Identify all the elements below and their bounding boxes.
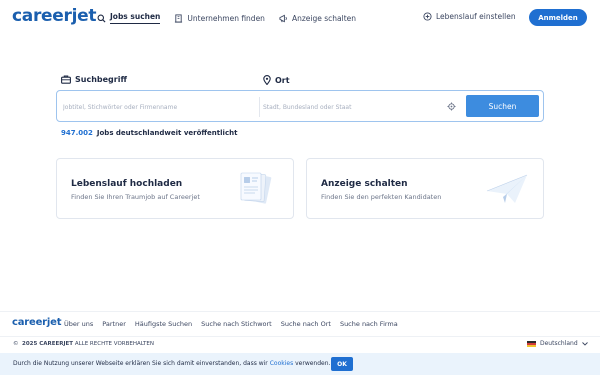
chevron-down-icon — [581, 341, 588, 346]
german-flag-icon — [527, 340, 536, 347]
nav-label: Jobs suchen — [110, 12, 161, 24]
cookie-link[interactable]: Cookies — [270, 360, 294, 367]
documents-icon — [240, 172, 272, 204]
building-icon — [175, 13, 183, 23]
nav-label: Anzeige schalten — [291, 13, 357, 23]
footer-links: Über uns Partner Häufigste Suchen Suche … — [64, 320, 398, 328]
search-icon — [97, 14, 106, 23]
nav-jobs-suchen[interactable]: Jobs suchen — [97, 12, 161, 24]
jobs-count-number: 947.002 — [61, 129, 93, 137]
location-label: Ort — [263, 75, 290, 85]
upload-cv-card[interactable]: Lebenslauf hochladen Finden Sie Ihren Tr… — [56, 158, 294, 219]
keyword-input[interactable] — [63, 97, 255, 117]
cookie-banner: Durch die Nutzung unserer Webseite erklä… — [0, 353, 600, 375]
location-label-text: Ort — [275, 75, 290, 85]
nav-label: Unternehmen finden — [187, 13, 265, 23]
footer-link-haeufigste-suchen[interactable]: Häufigste Suchen — [135, 320, 192, 328]
cookie-text: Durch die Nutzung unserer Webseite erklä… — [13, 360, 330, 367]
language-selector[interactable]: Deutschland — [527, 340, 588, 347]
footer-logo[interactable]: careerjet — [12, 317, 61, 328]
careerjet-logo[interactable]: careerjet — [12, 6, 96, 26]
card-title: Anzeige schalten — [321, 179, 408, 189]
footer-bottom: © 2025 CAREERJET ALLE RECHTE VORBEHALTEN… — [0, 336, 600, 352]
copyright-symbol: © — [13, 341, 19, 347]
copyright: © 2025 CAREERJET ALLE RECHTE VORBEHALTEN — [13, 341, 154, 347]
briefcase-icon — [61, 75, 71, 84]
plus-circle-icon — [423, 12, 432, 21]
search-divider — [259, 97, 260, 117]
footer-link-ort[interactable]: Suche nach Ort — [281, 320, 331, 328]
search-box: Suchen — [56, 90, 544, 122]
location-input[interactable] — [263, 97, 443, 117]
nav-anzeige-schalten[interactable]: Anzeige schalten — [279, 12, 356, 24]
post-ad-card[interactable]: Anzeige schalten Finden Sie den perfekte… — [306, 158, 544, 219]
map-pin-icon — [263, 75, 271, 85]
main-nav: Jobs suchen Unternehmen finden Anzeige s… — [97, 12, 356, 24]
paper-plane-icon — [486, 174, 528, 203]
footer-nav: careerjet Über uns Partner Häufigste Suc… — [0, 311, 600, 335]
lebenslauf-einstellen-link[interactable]: Lebenslauf einstellen — [423, 12, 516, 21]
copyright-brand: 2025 CAREERJET — [22, 341, 74, 347]
keyword-label-text: Suchbegriff — [75, 75, 127, 84]
locate-icon[interactable] — [447, 102, 456, 111]
footer-link-firma[interactable]: Suche nach Firma — [340, 320, 398, 328]
cookie-ok-button[interactable]: OK — [331, 357, 353, 371]
site-header: careerjet Jobs suchen Unternehmen finden… — [0, 0, 600, 36]
login-button[interactable]: Anmelden — [529, 9, 587, 26]
card-subtitle: Finden Sie den perfekten Kandidaten — [321, 193, 442, 201]
cookie-text-before: Durch die Nutzung unserer Webseite erklä… — [13, 360, 268, 367]
jobs-count-text: Jobs deutschlandweit veröffentlicht — [96, 129, 238, 137]
nav-unternehmen-finden[interactable]: Unternehmen finden — [174, 12, 265, 24]
footer-link-ueber-uns[interactable]: Über uns — [64, 320, 93, 328]
card-subtitle: Finden Sie Ihren Traumjob auf Careerjet — [71, 193, 200, 201]
cookie-text-after: verwenden. — [295, 360, 331, 367]
language-label: Deutschland — [540, 340, 578, 347]
footer-link-stichwort[interactable]: Suche nach Stichwort — [201, 320, 272, 328]
search-button[interactable]: Suchen — [466, 95, 539, 117]
footer-link-partner[interactable]: Partner — [102, 320, 126, 328]
cv-link-label: Lebenslauf einstellen — [436, 12, 516, 21]
keyword-label: Suchbegriff — [61, 75, 127, 84]
copyright-rest: ALLE RECHTE VORBEHALTEN — [74, 341, 155, 347]
jobs-count: 947.002 Jobs deutschlandweit veröffentlic… — [61, 129, 237, 137]
megaphone-icon — [279, 14, 287, 22]
card-title: Lebenslauf hochladen — [71, 179, 183, 189]
